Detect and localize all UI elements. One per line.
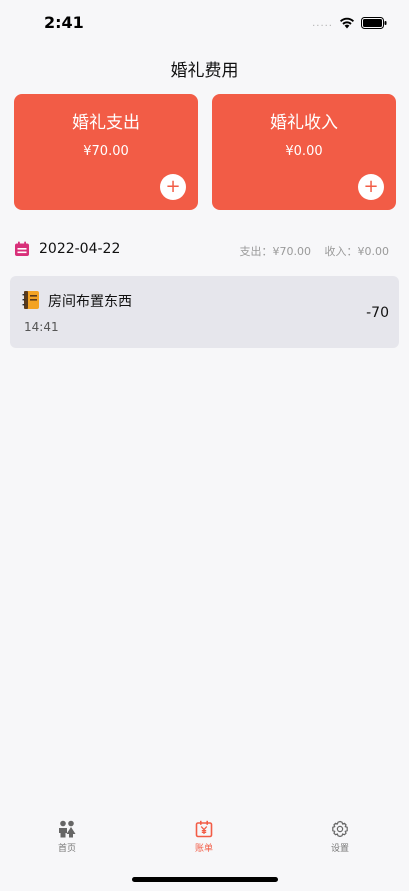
app-screen: 2:41 ..... 婚礼费用 婚礼支出 ¥70.00 + 婚礼收入 ¥0.00…: [0, 0, 409, 891]
tab-bar: 首页 账单 设置: [0, 818, 409, 868]
day-income-summary: 收入：¥0.00: [324, 245, 390, 258]
people-icon: [59, 820, 76, 838]
expense-card-title: 婚礼支出: [72, 113, 140, 133]
tab-home-label: 首页: [57, 844, 76, 854]
add-income-button[interactable]: +: [358, 174, 384, 200]
income-card-amount: ¥0.00: [285, 144, 323, 159]
tab-bill[interactable]: 账单: [164, 818, 244, 862]
day-expense-summary: 支出：¥70.00: [239, 245, 312, 258]
tab-bill-label: 账单: [194, 844, 213, 854]
add-expense-button[interactable]: +: [160, 174, 186, 200]
expense-card[interactable]: 婚礼支出 ¥70.00 +: [14, 94, 198, 210]
expense-card-amount: ¥70.00: [83, 144, 129, 159]
wifi-icon: [339, 14, 355, 33]
status-indicators: .....: [312, 14, 387, 33]
day-date: 2022-04-22: [39, 241, 121, 257]
record-item[interactable]: 房间布置东西 14:41 -70: [10, 276, 399, 348]
signal-dots: .....: [312, 17, 333, 29]
battery-icon: [361, 14, 387, 33]
tab-home[interactable]: 首页: [27, 818, 107, 862]
tab-settings-label: 设置: [330, 844, 349, 854]
gear-icon: [332, 820, 348, 838]
notebook-icon: [22, 290, 40, 314]
day-header: 2022-04-22 支出：¥70.00 收入：¥0.00: [14, 238, 389, 262]
day-summary: 支出：¥70.00 收入：¥0.00: [230, 243, 390, 259]
income-card[interactable]: 婚礼收入 ¥0.00 +: [212, 94, 396, 210]
home-indicator: [132, 877, 278, 882]
status-time: 2:41: [44, 13, 84, 32]
calendar-icon: [14, 241, 30, 261]
income-card-title: 婚礼收入: [270, 113, 338, 133]
record-amount: -70: [366, 305, 389, 321]
page-title: 婚礼费用: [170, 61, 239, 81]
record-time: 14:41: [24, 320, 59, 334]
tab-settings[interactable]: 设置: [300, 818, 380, 862]
status-bar: 2:41 .....: [0, 0, 409, 46]
record-name: 房间布置东西: [48, 294, 132, 310]
calendar-yen-icon: [195, 820, 213, 838]
